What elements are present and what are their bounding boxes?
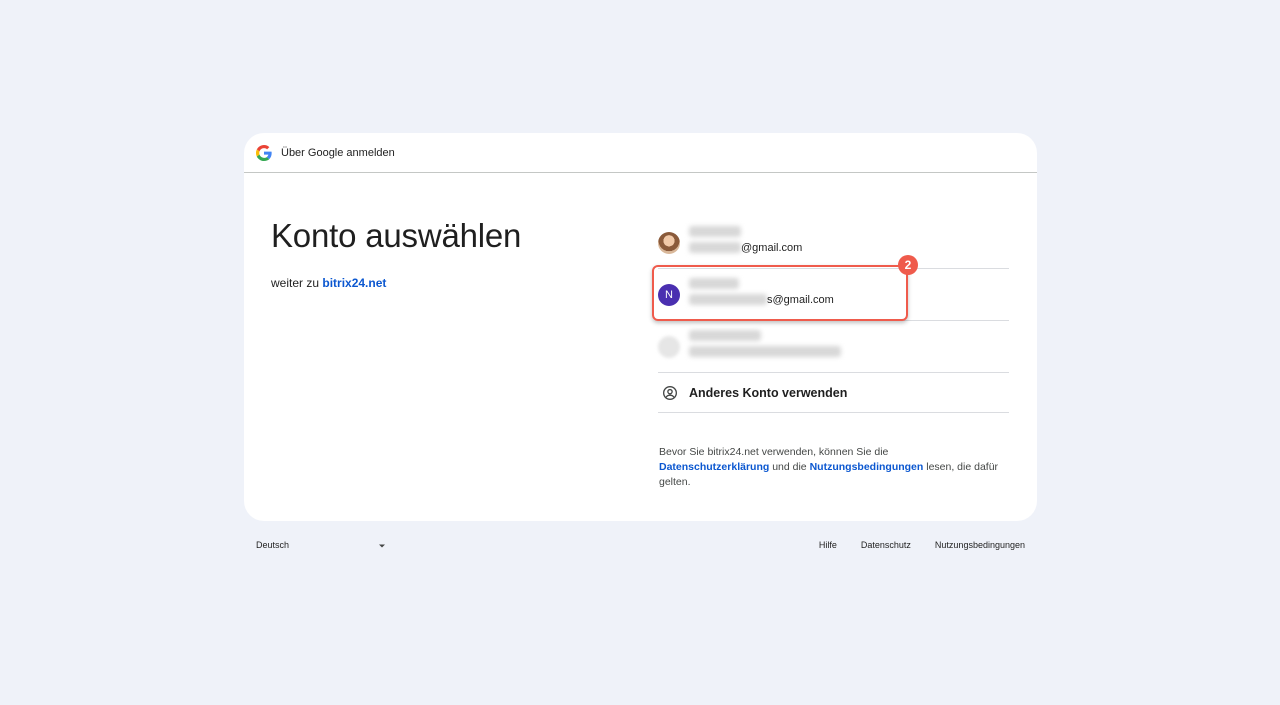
legal-text-1: Bevor Sie bitrix24.net verwenden, können… <box>659 446 889 458</box>
continue-to-text: weiter zu bitrix24.net <box>271 276 386 290</box>
dropdown-caret-icon <box>379 544 385 548</box>
language-select[interactable]: Deutsch <box>256 540 385 550</box>
use-another-account-button[interactable]: Anderes Konto verwenden <box>658 373 1009 413</box>
header-title: Über Google anmelden <box>281 146 395 159</box>
subtitle-prefix: weiter zu <box>271 276 320 290</box>
step-number-badge: 2 <box>898 255 918 275</box>
language-label: Deutsch <box>256 540 290 550</box>
account-circle-icon <box>663 385 677 400</box>
account-email: @gmail.com <box>741 241 803 254</box>
google-logo-icon <box>256 144 272 161</box>
sign-in-card: Über Google anmelden Konto auswählen wei… <box>244 133 1037 521</box>
terms-link[interactable]: Nutzungsbedingungen <box>810 461 924 473</box>
use-another-account-label: Anderes Konto verwenden <box>689 385 848 400</box>
avatar: N <box>658 283 680 306</box>
avatar <box>658 231 680 254</box>
blurred-name <box>689 277 739 289</box>
app-link[interactable]: bitrix24.net <box>322 276 386 290</box>
account-list: @gmail.com N s@gmail.com Anderes Konto v… <box>658 217 1009 413</box>
blurred-email-prefix <box>689 293 767 305</box>
account-email: s@gmail.com <box>767 293 834 306</box>
account-info <box>689 327 989 367</box>
account-item-1[interactable]: @gmail.com <box>658 217 1009 269</box>
legal-text-2: und die <box>772 461 807 473</box>
blurred-name <box>689 329 761 341</box>
account-item-2[interactable]: N s@gmail.com <box>658 269 1009 321</box>
footer-links: Hilfe Datenschutz Nutzungsbedingungen <box>819 540 1025 550</box>
footer: Deutsch Hilfe Datenschutz Nutzungsbeding… <box>244 538 1037 554</box>
blurred-email <box>689 345 841 357</box>
blurred-name <box>689 225 741 237</box>
privacy-link[interactable]: Datenschutz <box>861 540 911 550</box>
blurred-email-prefix <box>689 241 741 253</box>
avatar <box>658 335 680 358</box>
card-header: Über Google anmelden <box>244 133 1037 173</box>
account-item-3[interactable] <box>658 321 1009 373</box>
account-info: @gmail.com <box>689 223 989 263</box>
page-title: Konto auswählen <box>271 217 522 254</box>
privacy-policy-link[interactable]: Datenschutzerklärung <box>659 461 769 473</box>
legal-notice: Bevor Sie bitrix24.net verwenden, können… <box>659 445 1004 490</box>
help-link[interactable]: Hilfe <box>819 540 837 550</box>
account-info: s@gmail.com <box>689 275 989 315</box>
terms-footer-link[interactable]: Nutzungsbedingungen <box>935 540 1025 550</box>
